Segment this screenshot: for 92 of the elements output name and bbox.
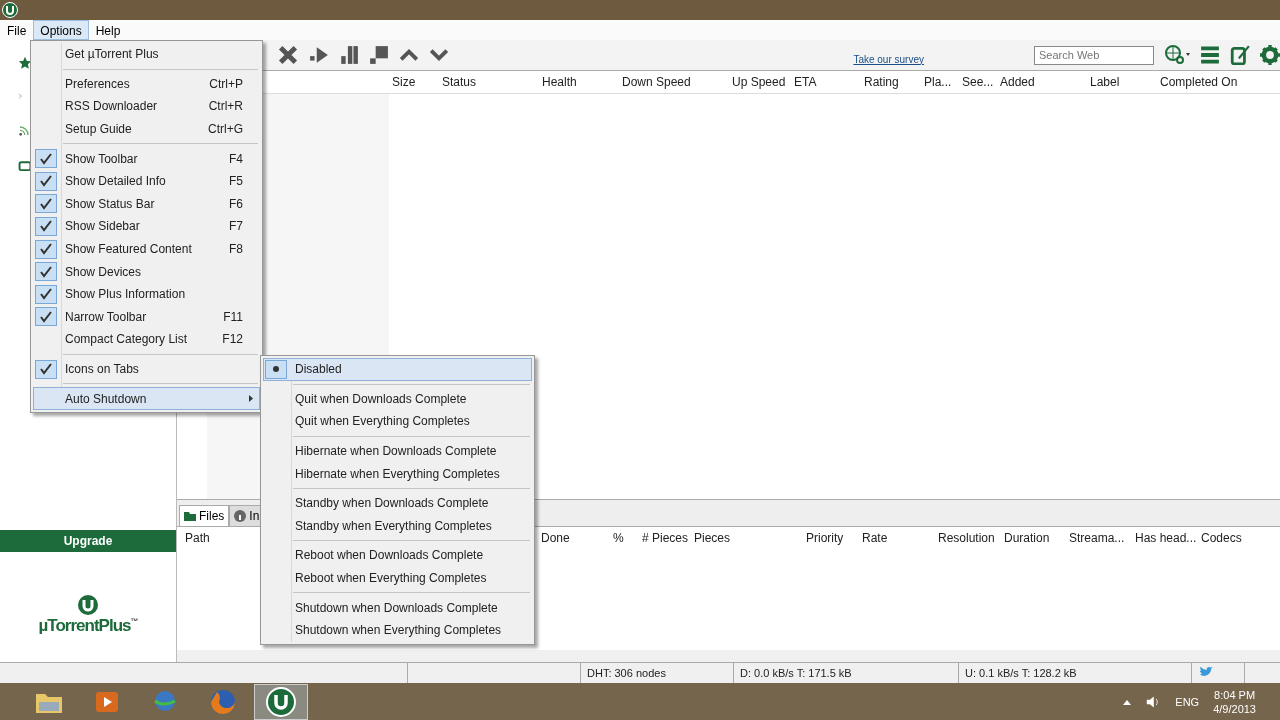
- rss-icon[interactable]: [18, 124, 30, 138]
- menu-item[interactable]: Hibernate when Downloads Complete: [263, 439, 532, 463]
- column-header[interactable]: Completed On: [1160, 75, 1238, 89]
- settings-icon[interactable]: [1260, 45, 1280, 65]
- upgrade-button[interactable]: Upgrade: [0, 530, 176, 552]
- menu-item[interactable]: Narrow Toolbar F11: [33, 305, 260, 329]
- logo-text: µTorrentPlus$^{™}$: [38, 616, 138, 636]
- column-header[interactable]: Label: [1090, 75, 1120, 89]
- search-field[interactable]: Search Web: [1034, 45, 1154, 65]
- menu-item[interactable]: Show Plus Information: [33, 282, 260, 306]
- menu-item[interactable]: Standby when Downloads Complete: [263, 491, 532, 515]
- menu-item[interactable]: Quit when Everything Completes: [263, 410, 532, 433]
- devices-icon[interactable]: [18, 160, 32, 174]
- column-header[interactable]: Rating: [864, 75, 899, 89]
- checkmark-icon: [40, 243, 52, 256]
- clock-time: 8:04 PM: [1214, 689, 1256, 701]
- globe-search-icon[interactable]: [1164, 44, 1190, 66]
- menu-item[interactable]: RSS Downloader Ctrl+R: [33, 95, 260, 118]
- checkmark-icon: [40, 175, 52, 188]
- menu-item[interactable]: Setup Guide Ctrl+G: [33, 117, 260, 141]
- menu-item[interactable]: Quit when Downloads Complete: [263, 387, 532, 411]
- menu-item[interactable]: Shutdown when Everything Completes: [263, 618, 532, 642]
- torrent-app-icon: [266, 687, 296, 717]
- checkmark-icon: [40, 363, 52, 375]
- show-hidden-icons-icon[interactable]: [1123, 699, 1132, 705]
- column-header[interactable]: Codecs: [1201, 531, 1242, 545]
- column-header[interactable]: %: [613, 531, 624, 545]
- play-icon: [95, 690, 119, 714]
- column-header[interactable]: Pla...: [924, 75, 952, 89]
- logo-icon: [77, 594, 99, 616]
- pause-icon[interactable]: [339, 45, 359, 65]
- checkmark-icon: [40, 265, 52, 278]
- menu-item[interactable]: Get µTorrent Plus: [33, 43, 260, 66]
- menu-item[interactable]: Show Featured Content F8: [33, 237, 260, 261]
- menu-item[interactable]: Auto Shutdown: [33, 387, 260, 410]
- column-header[interactable]: Done: [541, 531, 570, 545]
- menu-item[interactable]: Shutdown when Downloads Complete: [263, 596, 532, 619]
- survey-link[interactable]: Take our survey: [853, 53, 924, 65]
- menu-item[interactable]: Standby when Everything Completes: [263, 514, 532, 538]
- menu-item[interactable]: Reboot when Everything Completes: [263, 566, 532, 590]
- column-header[interactable]: Priority: [806, 531, 844, 545]
- column-header[interactable]: Path: [185, 531, 210, 545]
- menu-item[interactable]: Compact Category List F12: [33, 328, 260, 351]
- menu-item[interactable]: Icons on Tabs: [33, 357, 260, 381]
- radio-dot-icon: [273, 366, 279, 373]
- menu-item[interactable]: Show Status Bar F6: [33, 192, 260, 216]
- column-header[interactable]: Has head...: [1135, 531, 1197, 545]
- column-header[interactable]: See...: [962, 75, 994, 89]
- column-header[interactable]: Size: [392, 75, 416, 89]
- remove-icon[interactable]: [277, 44, 299, 66]
- checkmark-icon: [40, 310, 52, 323]
- column-header[interactable]: Added: [1000, 75, 1035, 89]
- menu-item[interactable]: Hibernate when Everything Completes: [263, 462, 532, 485]
- list-view-icon[interactable]: [1200, 45, 1220, 65]
- taskbar-app[interactable]: [254, 684, 308, 720]
- column-header[interactable]: Rate: [862, 531, 888, 545]
- info-icon: [234, 510, 247, 522]
- menu-item[interactable]: Disabled: [263, 358, 532, 381]
- menu-bar-item[interactable]: Help: [88, 20, 128, 40]
- start-icon[interactable]: [309, 45, 329, 65]
- browser-icon: [209, 688, 237, 716]
- column-header[interactable]: Status: [442, 75, 477, 89]
- column-header[interactable]: # Pieces: [642, 531, 689, 545]
- checkmark-icon: [40, 197, 52, 210]
- star-icon[interactable]: [18, 56, 32, 70]
- edit-note-icon[interactable]: [1230, 45, 1250, 65]
- column-header[interactable]: Up Speed: [732, 75, 786, 89]
- checkmark-icon: [40, 152, 52, 165]
- column-header[interactable]: Streama...: [1069, 531, 1125, 545]
- folder-icon: [184, 511, 196, 521]
- checkmark-icon: [40, 288, 52, 301]
- column-header[interactable]: Duration: [1004, 531, 1050, 545]
- detail-tab[interactable]: Files: [179, 505, 230, 526]
- app-logo-icon: [2, 2, 18, 18]
- menu-item[interactable]: Show Toolbar F4: [33, 147, 260, 170]
- column-header[interactable]: Health: [542, 75, 577, 89]
- column-header[interactable]: Resolution: [938, 531, 995, 545]
- clock-date: 4/9/2013: [1213, 703, 1256, 715]
- menu-item[interactable]: Show Devices: [33, 260, 260, 283]
- menu-bar-item[interactable]: File: [0, 20, 34, 40]
- menu-item[interactable]: Show Detailed Info F5: [33, 169, 260, 193]
- column-header[interactable]: ETA: [794, 75, 817, 89]
- menu-item[interactable]: Preferences Ctrl+P: [33, 72, 260, 96]
- column-header[interactable]: Down Speed: [622, 75, 691, 89]
- menu-item[interactable]: Reboot when Downloads Complete: [263, 544, 532, 567]
- submenu-arrow-icon: [249, 395, 253, 403]
- column-header[interactable]: Pieces: [694, 531, 731, 545]
- language-indicator[interactable]: ENG: [1175, 696, 1200, 708]
- menu-item[interactable]: Show Sidebar F7: [33, 215, 260, 238]
- stop-icon[interactable]: [369, 45, 389, 65]
- checkmark-icon: [40, 220, 52, 233]
- menu-bar-item[interactable]: Options: [33, 20, 89, 40]
